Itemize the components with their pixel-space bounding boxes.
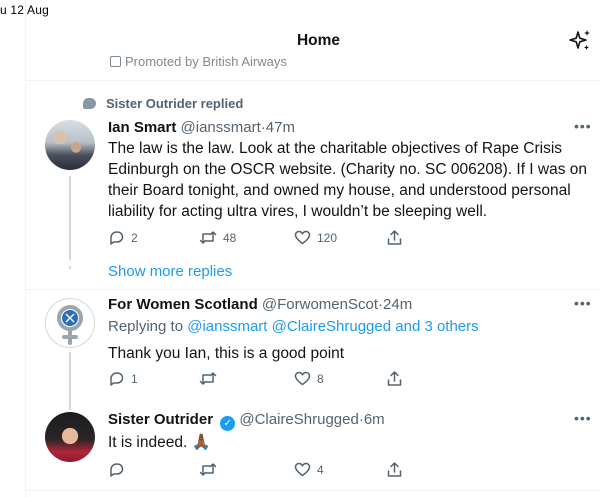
more-options-icon[interactable]: ••• — [574, 295, 592, 311]
reply-icon — [110, 372, 124, 386]
speech-bubble-icon — [83, 98, 96, 109]
author-handle[interactable]: @ForwomenScot — [262, 296, 378, 313]
replying-to: Replying to @ianssmart @ClaireShrugged a… — [108, 318, 479, 335]
retweet-button[interactable] — [199, 370, 223, 387]
divider — [26, 289, 600, 290]
tweet-actions: 1 8 — [108, 370, 578, 388]
heart-icon — [294, 371, 311, 386]
author-name[interactable]: For Women Scotland — [108, 296, 258, 313]
heart-icon — [294, 462, 311, 477]
share-icon — [387, 462, 402, 477]
thread-line — [69, 176, 71, 260]
like-button[interactable]: 120 — [294, 229, 337, 246]
retweet-icon — [199, 463, 217, 476]
tweet-time[interactable]: ·24m — [378, 296, 412, 313]
reply-icon — [110, 463, 124, 477]
retweet-icon — [199, 372, 217, 385]
tweet-author-row: Ian Smart @ianssmart·47m — [108, 119, 295, 136]
share-icon — [387, 371, 402, 386]
share-icon — [387, 230, 402, 245]
reply-button[interactable]: 1 — [108, 370, 138, 387]
page-title: Home — [296, 32, 341, 49]
more-options-icon[interactable]: ••• — [574, 118, 592, 134]
sparkle-icon[interactable] — [567, 28, 593, 54]
show-more-replies-link[interactable]: Show more replies — [108, 263, 232, 280]
retweet-button[interactable] — [199, 461, 223, 478]
promoted-icon — [110, 56, 121, 67]
reply-context[interactable]: Sister Outrider replied — [83, 96, 243, 111]
tweet-author-row: For Women Scotland @ForwomenScot·24m — [108, 296, 412, 313]
like-button[interactable]: 4 — [294, 461, 324, 478]
avatar-for-women-scotland[interactable] — [45, 298, 95, 348]
retweet-icon — [199, 231, 217, 244]
reply-button[interactable] — [108, 461, 131, 478]
author-handle[interactable]: @ianssmart — [181, 119, 261, 136]
thread-line — [69, 352, 71, 410]
like-button[interactable]: 8 — [294, 370, 324, 387]
home-timeline: Home Promoted by British Airways Sister … — [25, 0, 600, 497]
thread-line-dot — [69, 266, 71, 269]
promoted-label: Promoted by British Airways — [110, 54, 287, 69]
venus-logo-icon — [57, 305, 83, 345]
tweet-time[interactable]: ·47m — [261, 119, 295, 136]
avatar-ian-smart[interactable] — [45, 120, 95, 170]
tweet-actions: 4 — [108, 461, 578, 479]
tweet-time[interactable]: ·6m — [359, 411, 385, 428]
tweet-text: It is indeed. 🙏🏾 — [108, 434, 211, 451]
divider — [26, 80, 600, 81]
author-handle[interactable]: @ClaireShrugged — [239, 411, 358, 428]
avatar-sister-outrider[interactable] — [45, 412, 95, 462]
tweet-text: The law is the law. Look at the charitab… — [108, 140, 588, 220]
author-name[interactable]: Ian Smart — [108, 119, 176, 136]
share-button[interactable] — [386, 461, 409, 478]
reply-icon — [110, 231, 124, 245]
divider — [26, 490, 600, 491]
retweet-button[interactable]: 48 — [199, 229, 236, 246]
more-options-icon[interactable]: ••• — [574, 410, 592, 426]
reply-button[interactable]: 2 — [108, 229, 138, 246]
tweet-author-row: Sister Outrider ✓ @ClaireShrugged·6m — [108, 411, 385, 431]
share-button[interactable] — [386, 370, 409, 387]
verified-badge-icon: ✓ — [220, 416, 236, 431]
tweet-actions: 2 48 120 — [108, 229, 578, 247]
author-name[interactable]: Sister Outrider — [108, 411, 213, 428]
tweet-text: Thank you Ian, this is a good point — [108, 345, 345, 362]
replying-to-mentions[interactable]: @ianssmart @ClaireShrugged and 3 others — [187, 318, 478, 335]
share-button[interactable] — [386, 229, 409, 246]
heart-icon — [294, 230, 311, 245]
